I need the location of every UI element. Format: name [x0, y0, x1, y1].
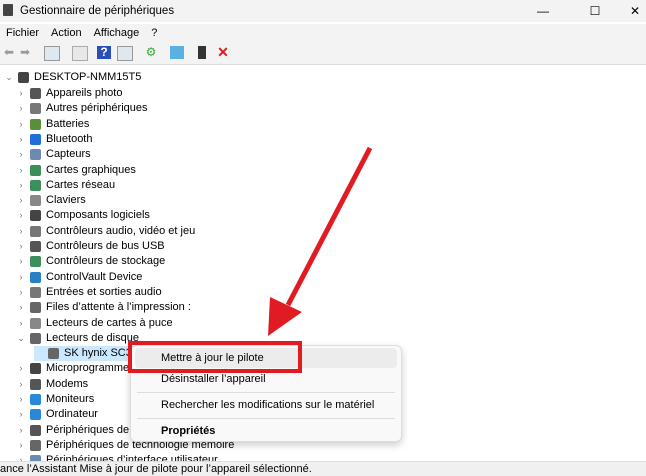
- arrow-shaft: [285, 146, 373, 307]
- red-arrow-annotation: [268, 146, 373, 336]
- arrow-head: [268, 297, 302, 336]
- status-bar: ance l’Assistant Mise à jour de pilote p…: [0, 461, 646, 476]
